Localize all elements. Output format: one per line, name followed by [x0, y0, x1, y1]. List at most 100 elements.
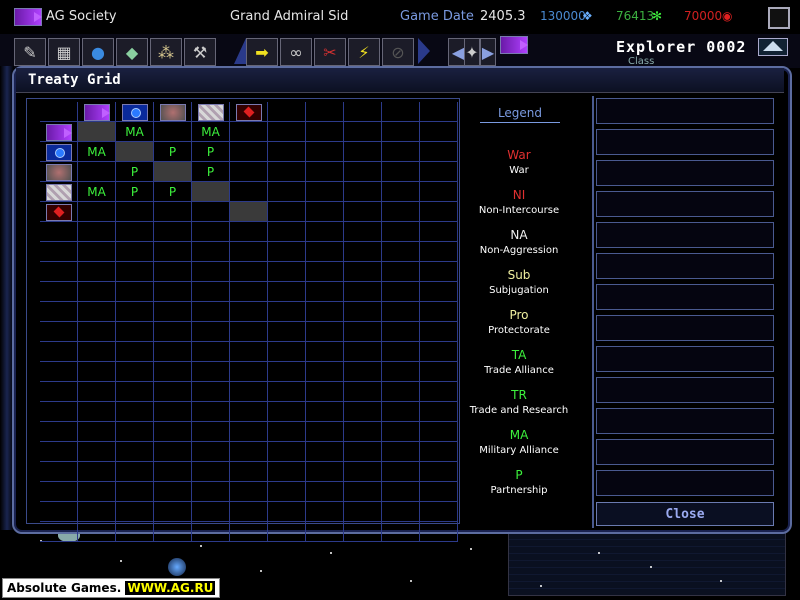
treaty-cell[interactable]: P [192, 162, 230, 182]
treaty-cell[interactable]: MA [116, 122, 154, 142]
arrow-right-icon[interactable]: ➡ [246, 38, 278, 66]
star [200, 545, 202, 547]
treaty-cell[interactable]: P [116, 162, 154, 182]
treaty-cell [78, 342, 116, 362]
treaty-cell[interactable]: P [154, 142, 192, 162]
treaty-cell [382, 482, 420, 502]
treaty-cell [192, 442, 230, 462]
treaty-cell[interactable] [116, 202, 154, 222]
treaty-cell [306, 462, 344, 482]
legend-code: Pro [509, 308, 529, 322]
close-button[interactable]: Close [596, 502, 774, 526]
treaty-cell[interactable] [230, 142, 268, 162]
handcuffs-icon[interactable]: ∞ [280, 38, 312, 66]
treaty-cell [382, 402, 420, 422]
row-header [40, 462, 78, 482]
treaty-cell [344, 142, 382, 162]
treaty-cell[interactable] [154, 202, 192, 222]
treaty-cell [192, 302, 230, 322]
chevron-up-icon[interactable] [758, 38, 788, 56]
row-header [40, 322, 78, 342]
minimize-button[interactable] [768, 7, 790, 29]
empire-slot[interactable] [596, 98, 774, 124]
treaty-cell[interactable]: MA [78, 142, 116, 162]
empire-slot[interactable] [596, 315, 774, 341]
treaty-cell [230, 422, 268, 442]
lightning-icon[interactable]: ⚡ [348, 38, 380, 66]
star [720, 580, 722, 582]
row-header [40, 162, 78, 182]
treaty-cell [192, 502, 230, 522]
weapon-icon[interactable]: ✂ [314, 38, 346, 66]
treaty-cell[interactable]: P [116, 182, 154, 202]
treaty-cell[interactable] [230, 162, 268, 182]
treaty-cell [382, 182, 420, 202]
legend-code: NA [510, 228, 528, 242]
treaty-cell[interactable]: MA [78, 182, 116, 202]
empire-slot[interactable] [596, 160, 774, 186]
empire-slot[interactable] [596, 408, 774, 434]
missile-icon[interactable]: ▦ [48, 38, 80, 66]
treaty-cell[interactable] [192, 202, 230, 222]
empire-slot[interactable] [596, 346, 774, 372]
treaty-cell [382, 262, 420, 282]
treaty-cell [268, 402, 306, 422]
treaty-cell [344, 222, 382, 242]
treaty-cell [268, 422, 306, 442]
treaty-cell [420, 262, 458, 282]
treaty-cell [116, 242, 154, 262]
row-header [40, 502, 78, 522]
empire-slot[interactable] [596, 470, 774, 496]
legend-name: Subjugation [489, 285, 549, 296]
treaty-cell [382, 382, 420, 402]
treaty-cell[interactable]: P [192, 142, 230, 162]
ship-icon[interactable]: ✦ [464, 38, 480, 66]
empire-slot[interactable] [596, 191, 774, 217]
purple-empire-flag-icon [46, 124, 72, 141]
resource-credits: 130000 [540, 9, 586, 23]
treaty-cell [78, 422, 116, 442]
treaty-cell [306, 222, 344, 242]
empire-slot[interactable] [596, 253, 774, 279]
planet-icon[interactable]: ● [82, 38, 114, 66]
treaty-cell [78, 382, 116, 402]
empire-slot[interactable] [596, 439, 774, 465]
purple-empire-flag-icon [84, 104, 110, 121]
no-icon[interactable]: ⊘ [382, 38, 414, 66]
treaty-cell[interactable] [78, 162, 116, 182]
empire-slot[interactable] [596, 222, 774, 248]
treaty-cell[interactable]: MA [192, 122, 230, 142]
fleet-icon[interactable]: ⁂ [150, 38, 182, 66]
treaty-cell [154, 342, 192, 362]
treaty-cell [268, 262, 306, 282]
treaty-cell [230, 202, 268, 222]
minimap[interactable] [508, 528, 786, 596]
treaty-cell [382, 142, 420, 162]
treaty-cell [116, 322, 154, 342]
shield-icon[interactable]: ◆ [116, 38, 148, 66]
treaty-cell[interactable] [230, 122, 268, 142]
row-header [40, 362, 78, 382]
empire-slot[interactable] [596, 284, 774, 310]
treaty-cell [154, 402, 192, 422]
empire-slot[interactable] [596, 129, 774, 155]
treaty-cell[interactable] [78, 202, 116, 222]
treaty-cell [382, 162, 420, 182]
wrench-icon[interactable]: ⚒ [184, 38, 216, 66]
dialog-title-bar[interactable] [16, 68, 784, 93]
ship-name: Explorer 0002 [616, 38, 747, 56]
treaty-cell[interactable] [230, 182, 268, 202]
legend-name: Non-Aggression [479, 245, 559, 256]
next-ship-icon[interactable]: ▶ [480, 38, 496, 66]
treaty-cell[interactable] [154, 122, 192, 142]
treaty-cell [154, 282, 192, 302]
legend-name: Trade and Research [469, 405, 569, 416]
empire-slot[interactable] [596, 377, 774, 403]
grid-corner [40, 102, 78, 122]
bomb-icon[interactable]: ✎ [14, 38, 46, 66]
treaty-cell [268, 202, 306, 222]
treaty-cell[interactable]: P [154, 182, 192, 202]
row-header [40, 442, 78, 462]
treaty-cell [306, 422, 344, 442]
treaty-cell [154, 222, 192, 242]
